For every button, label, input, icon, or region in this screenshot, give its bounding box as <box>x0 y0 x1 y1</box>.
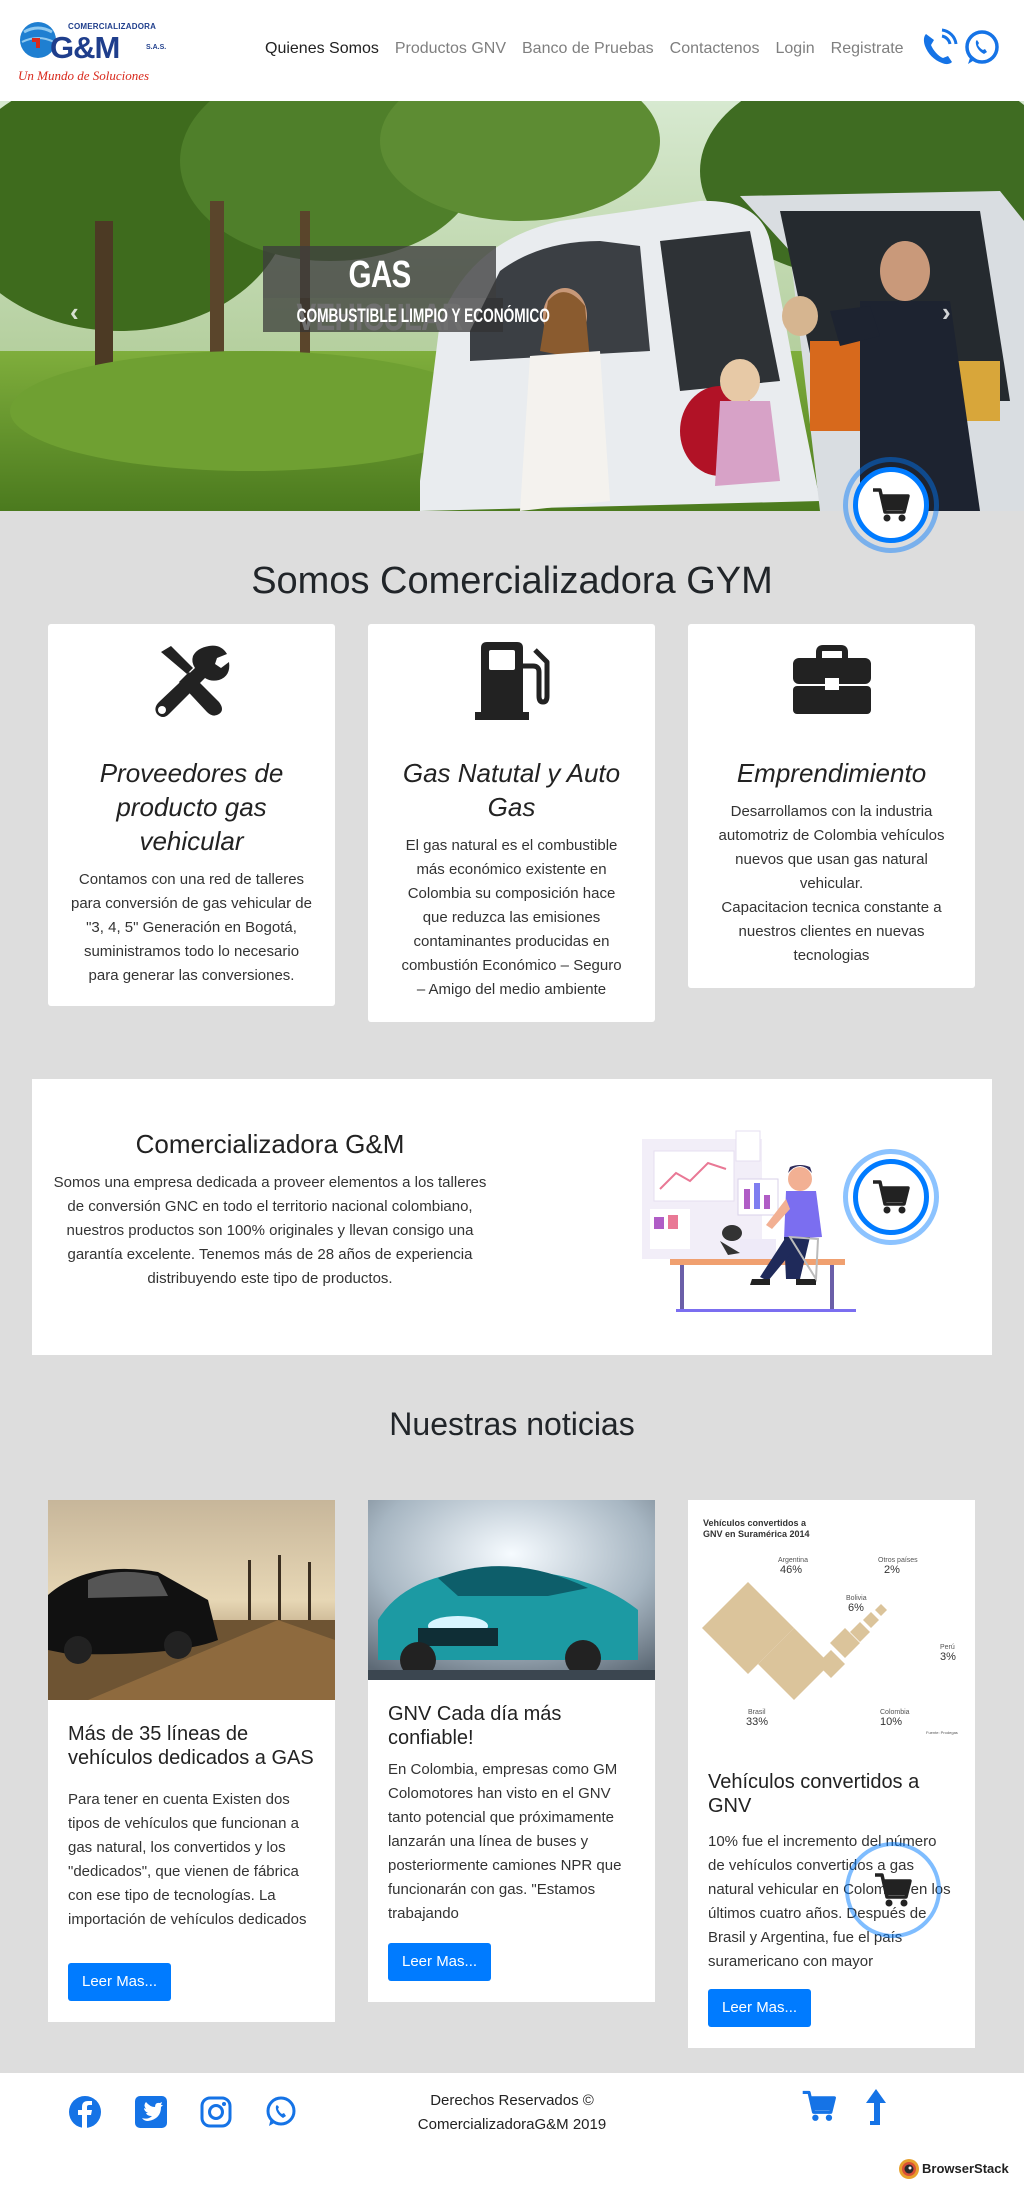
infographic-label-value: 6% <box>848 1602 864 1614</box>
news-card-text: Para tener en cuenta Existen dos tipos d… <box>68 1791 307 1928</box>
about-text: Somos una empresa dedicada a proveer ele… <box>53 1174 487 1287</box>
news-card-title: Más de 35 líneas de vehículos dedicados … <box>68 1723 314 1769</box>
copyright-line-1: Derechos Reservados © <box>430 2092 594 2109</box>
floating-cart-button[interactable] <box>843 1149 939 1245</box>
brand-tagline: Un Mundo de Soluciones <box>18 68 150 83</box>
feature-card-title: Emprendimiento <box>736 758 927 788</box>
feature-card: Proveedores de producto gas vehicular Co… <box>48 624 335 1006</box>
instagram-icon[interactable] <box>199 2095 233 2129</box>
feature-card-title: Gas Natutal y Auto Gas <box>402 758 621 822</box>
news-card-title: GNV Cada día más confiable! <box>388 1703 562 1749</box>
navbar: COMERCIALIZADORA G&M S.A.S. Un Mundo de … <box>0 0 1024 101</box>
intro-title: Somos Comercializadora GYM <box>251 560 773 602</box>
brand-logo[interactable]: COMERCIALIZADORA G&M S.A.S. Un Mundo de … <box>18 18 168 88</box>
briefcase-icon <box>792 645 871 714</box>
gas-pump-icon <box>474 642 549 720</box>
whatsapp-icon[interactable] <box>962 28 1002 68</box>
floating-cart-button[interactable] <box>845 1842 941 1938</box>
infographic-label-name: Argentina <box>778 1557 808 1564</box>
news-image-car-road <box>48 1500 335 1700</box>
news-title: Nuestras noticias <box>389 1406 635 1442</box>
news-card-text: En Colombia, empresas como GM Colomotore… <box>388 1761 622 1922</box>
browserstack-badge: BrowserStack <box>896 2157 1022 2181</box>
nav-item-productos-gnv[interactable]: Productos GNV <box>387 40 514 58</box>
tools-icon <box>154 645 229 717</box>
infographic-label-name: Bolivia <box>846 1595 867 1602</box>
read-more-button[interactable]: Leer Mas... <box>68 1963 172 2001</box>
infographic-label-name: Brasil <box>748 1709 766 1716</box>
floating-cart-button[interactable] <box>843 457 939 553</box>
nav-item-registrate[interactable]: Registrate <box>823 40 912 58</box>
carousel-prev-button[interactable]: ‹ <box>70 297 79 328</box>
nav-item-quienes-somos[interactable]: Quienes Somos <box>257 40 387 58</box>
infographic-label-value: 46% <box>780 1564 802 1576</box>
carousel-next-button[interactable]: › <box>942 297 951 328</box>
nav-item-contactenos[interactable]: Contactenos <box>662 40 768 58</box>
read-more-button[interactable]: Leer Mas... <box>708 1989 812 2027</box>
infographic-label-name: Otros países <box>878 1557 918 1564</box>
infographic-label-value: 3% <box>940 1651 956 1663</box>
browserstack-label: BrowserStack <box>922 2161 1009 2176</box>
phone-icon[interactable] <box>918 28 958 68</box>
infographic-title-line-1: Vehículos convertidos a <box>703 1518 807 1528</box>
facebook-icon[interactable] <box>68 2095 102 2129</box>
footer-cart-icon[interactable] <box>800 2087 838 2125</box>
news-infographic: Vehículos convertidos a GNV en Suraméric… <box>688 1500 975 1750</box>
browserstack-logo-icon <box>899 2159 919 2179</box>
brand-suffix: S.A.S. <box>146 44 167 51</box>
nav-item-banco-de-pruebas[interactable]: Banco de Pruebas <box>514 40 662 58</box>
feature-card-text: Desarrollamos con la industria automotri… <box>718 803 945 964</box>
infographic-label-name: Perú <box>940 1644 955 1651</box>
hero-title-box: GAS VEHICULAR <box>263 246 496 339</box>
cart-icon <box>875 1873 912 1907</box>
copyright-line-2: ComercializadoraG&M 2019 <box>417 2116 607 2133</box>
hero-carousel: GAS VEHICULAR COMBUSTIBLE LIMPIO Y ECONÓ… <box>0 101 1024 511</box>
news-card: GNV Cada día más confiable! En Colombia,… <box>368 1500 655 2002</box>
hero-subtitle-box: COMBUSTIBLE LIMPIO Y ECONÓMICO <box>263 298 550 332</box>
nav-menu: Quienes Somos Productos GNV Banco de Pru… <box>257 40 912 58</box>
cart-icon <box>873 488 910 522</box>
about-title: Comercializadora G&M <box>135 1129 405 1159</box>
news-image-maserati <box>368 1500 655 1680</box>
cart-icon <box>873 1180 910 1214</box>
infographic-label-value: 10% <box>880 1716 902 1728</box>
infographic-source: Fuente: Prodegas <box>926 1730 958 1735</box>
footer: Derechos Reservados © ComercializadoraG&… <box>0 2073 1024 2186</box>
feature-card: Gas Natutal y Auto Gas El gas natural es… <box>368 624 655 1022</box>
news-card: Vehículos convertidos a GNV en Suraméric… <box>688 1500 975 2048</box>
twitter-icon[interactable] <box>134 2095 168 2129</box>
feature-card-title: Proveedores de producto gas vehicular <box>99 758 284 856</box>
brand-name: G&M <box>50 30 120 65</box>
hero-subtitle: COMBUSTIBLE LIMPIO Y ECONÓMICO <box>296 306 550 327</box>
feature-card-text: El gas natural es el combustible más eco… <box>401 837 622 998</box>
infographic-label-value: 2% <box>884 1564 900 1576</box>
scroll-top-arrow-icon[interactable] <box>862 2087 890 2127</box>
feature-card-text: Contamos con una red de talleres para co… <box>71 871 312 984</box>
feature-card: Emprendimiento Desarrollamos con la indu… <box>688 624 975 988</box>
infographic-label-name: Colombia <box>880 1709 910 1716</box>
copyright-text: Derechos Reservados © ComercializadoraG&… <box>362 2089 662 2137</box>
infographic-title-line-2: GNV en Suramérica 2014 <box>703 1529 810 1539</box>
news-card-title: Vehículos convertidos a GNV <box>708 1771 920 1817</box>
read-more-button[interactable]: Leer Mas... <box>388 1943 492 1981</box>
nav-item-login[interactable]: Login <box>768 40 823 58</box>
whatsapp-icon[interactable] <box>264 2095 298 2129</box>
news-card: Más de 35 líneas de vehículos dedicados … <box>48 1500 335 2022</box>
infographic-label-value: 33% <box>746 1716 768 1728</box>
